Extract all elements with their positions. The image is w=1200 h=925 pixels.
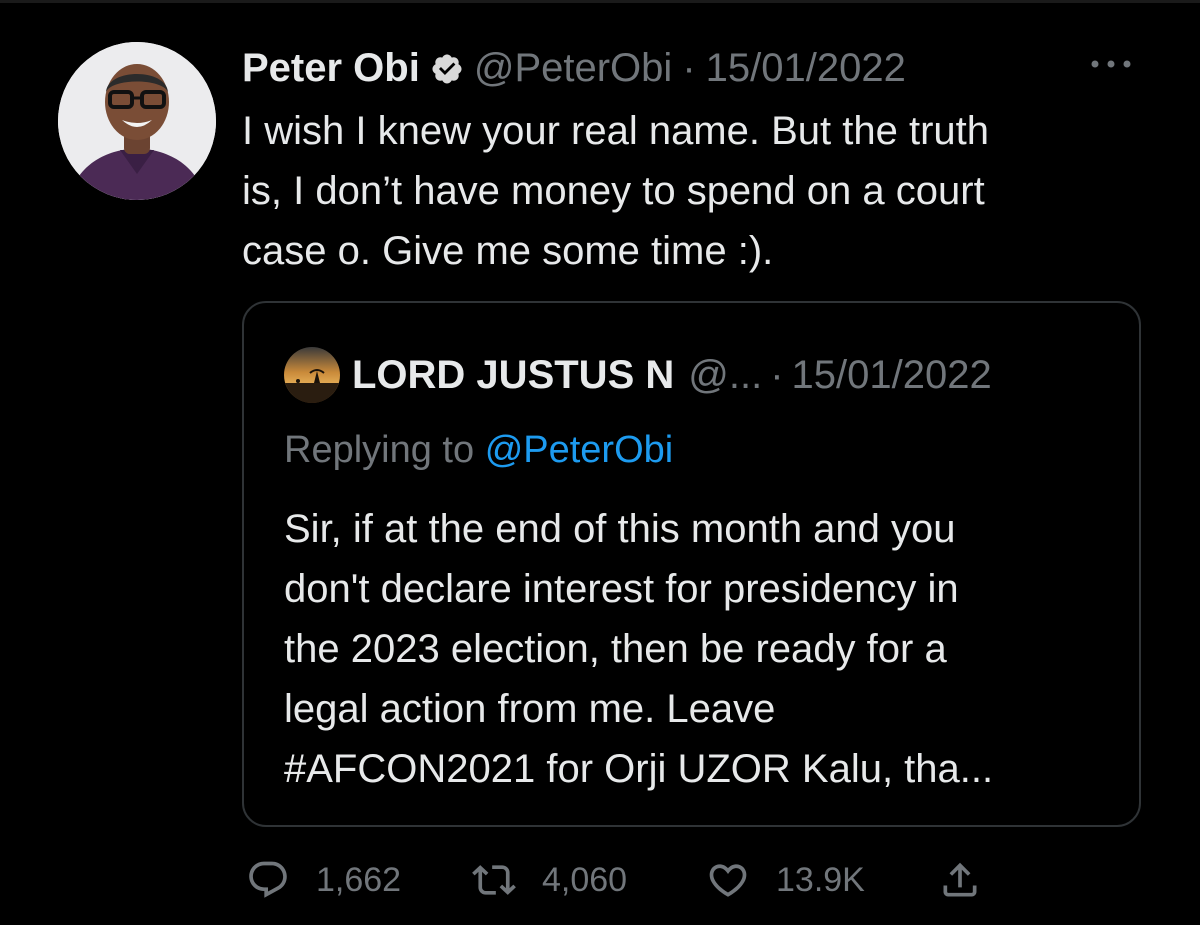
author-display-name[interactable]: Peter Obi	[242, 46, 420, 91]
tweet: Peter Obi @PeterObi · 15/01/2022 I wish …	[0, 0, 1200, 925]
replying-to-label: Replying to	[284, 429, 475, 471]
reply-icon	[249, 861, 287, 898]
quoted-author-avatar[interactable]	[284, 347, 340, 403]
sunset-landscape-avatar-icon	[284, 347, 340, 403]
retweet-button[interactable]: 4,060	[472, 852, 627, 908]
reply-count: 1,662	[316, 860, 402, 899]
like-button[interactable]: 13.9K	[706, 852, 865, 908]
quoted-tweet-date[interactable]: 15/01/2022	[792, 353, 992, 398]
tweet-text-line: I wish I knew your real name. But the tr…	[242, 109, 990, 153]
author-handle[interactable]: @PeterObi	[474, 46, 672, 91]
quoted-tweet-header: LORD JUSTUS N @... · 15/01/2022	[284, 347, 992, 403]
quoted-tweet-text: Sir, if at the end of this month and you…	[284, 499, 1124, 799]
separator-dot: ·	[682, 45, 696, 90]
verified-badge-icon	[430, 51, 464, 85]
retweet-count: 4,060	[542, 860, 628, 899]
quoted-text-line: #AFCON2021 for Orji UZOR Kalu, tha...	[284, 747, 994, 791]
replying-to: Replying to @PeterObi	[284, 422, 673, 478]
share-icon	[943, 862, 977, 897]
avatar[interactable]	[58, 42, 216, 200]
heart-icon	[709, 864, 747, 897]
like-count: 13.9K	[776, 860, 865, 899]
quoted-author-display-name[interactable]: LORD JUSTUS N	[352, 353, 674, 398]
quoted-text-line: legal action from me. Leave	[284, 687, 776, 731]
share-button[interactable]	[938, 852, 982, 908]
tweet-text-line: is, I don’t have money to spend on a cou…	[242, 169, 985, 213]
reply-button[interactable]: 1,662	[246, 852, 401, 908]
tweet-header: Peter Obi @PeterObi · 15/01/2022	[242, 40, 906, 96]
quoted-author-handle[interactable]: @...	[688, 353, 762, 398]
tweet-text: I wish I knew your real name. But the tr…	[242, 101, 1142, 281]
quoted-text-line: Sir, if at the end of this month and you	[284, 507, 956, 551]
tweet-date[interactable]: 15/01/2022	[706, 46, 906, 91]
tweet-text-line: case o. Give me some time :).	[242, 229, 774, 273]
tweet-action-bar: 1,662 4,060 13.9K	[0, 852, 1200, 908]
quoted-tweet-card[interactable]: LORD JUSTUS N @... · 15/01/2022 Replying…	[242, 301, 1141, 827]
profile-photo-icon	[58, 42, 216, 200]
replying-to-mention-link[interactable]: @PeterObi	[485, 429, 674, 471]
retweet-icon	[472, 865, 516, 895]
more-options-icon[interactable]	[1085, 52, 1137, 76]
quoted-text-line: don't declare interest for presidency in	[284, 567, 959, 611]
separator-dot: ·	[770, 352, 784, 397]
quoted-text-line: the 2023 election, then be ready for a	[284, 627, 947, 671]
